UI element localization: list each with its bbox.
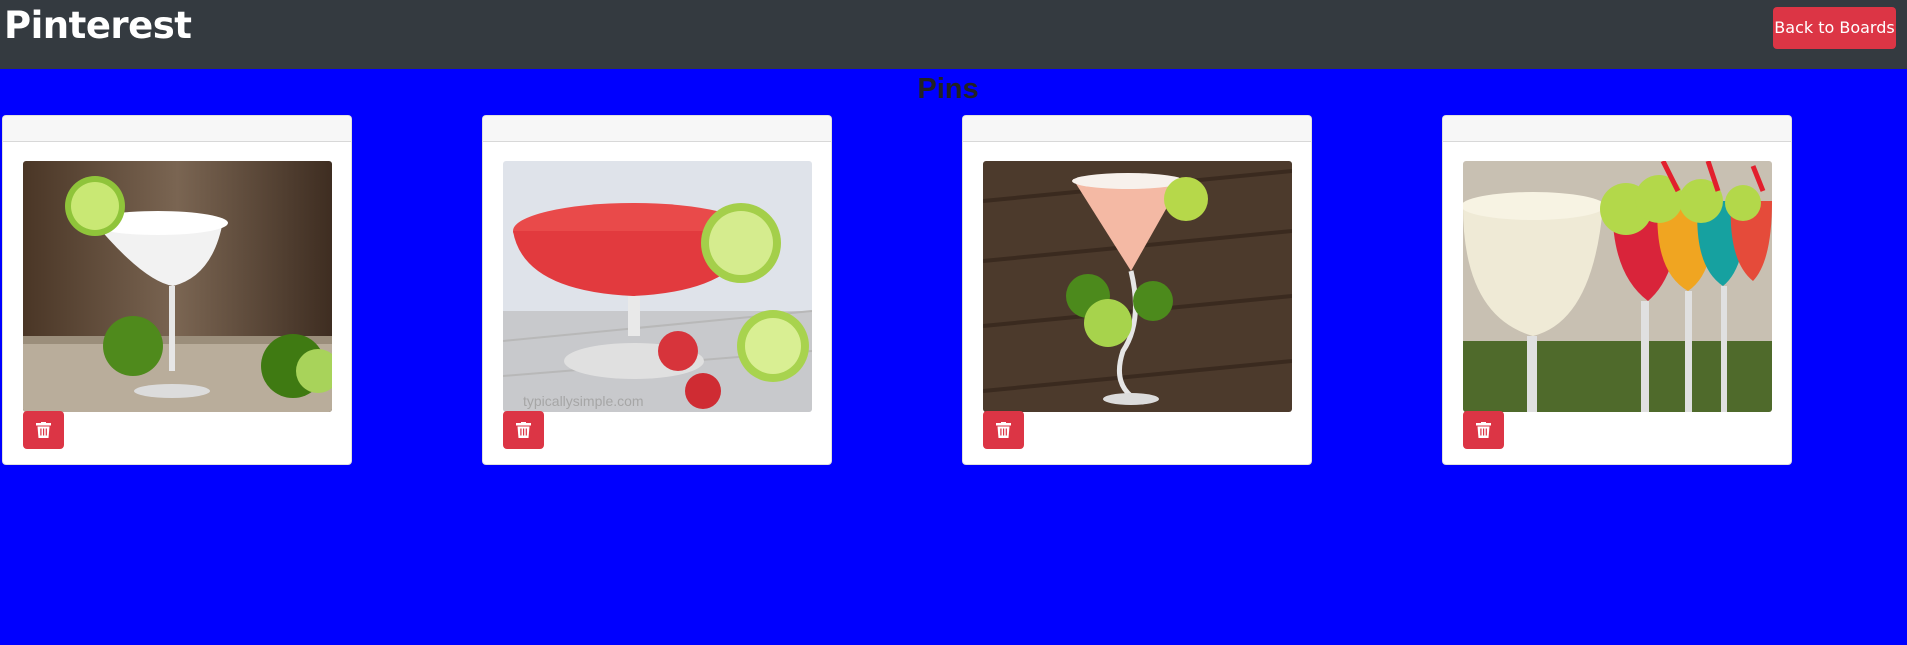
brand-logo[interactable]: Pinterest xyxy=(4,2,192,50)
trash-icon xyxy=(996,422,1011,438)
card-header xyxy=(483,116,831,142)
navbar: Pinterest Back to Boards xyxy=(0,0,1907,69)
delete-pin-button[interactable] xyxy=(983,411,1024,449)
pin-card xyxy=(1442,115,1792,465)
pink-martini-image xyxy=(983,161,1292,412)
delete-pin-button[interactable] xyxy=(503,411,544,449)
page-title: Pins xyxy=(917,73,979,105)
card-header xyxy=(3,116,351,142)
frozen-margarita-image xyxy=(23,161,332,412)
card-header xyxy=(1443,116,1791,142)
back-to-boards-button[interactable]: Back to Boards xyxy=(1773,7,1896,49)
trash-icon xyxy=(1476,422,1491,438)
pin-card: typicallysimple.com xyxy=(482,115,832,465)
delete-pin-button[interactable] xyxy=(1463,411,1504,449)
pin-card xyxy=(962,115,1312,465)
colorful-daiquiris-image xyxy=(1463,161,1772,412)
pin-card xyxy=(2,115,352,465)
trash-icon xyxy=(36,422,51,438)
delete-pin-button[interactable] xyxy=(23,411,64,449)
strawberry-margarita-image: typicallysimple.com xyxy=(503,161,812,412)
watermark-text: typicallysimple.com xyxy=(523,393,644,409)
card-header xyxy=(963,116,1311,142)
trash-icon xyxy=(516,422,531,438)
